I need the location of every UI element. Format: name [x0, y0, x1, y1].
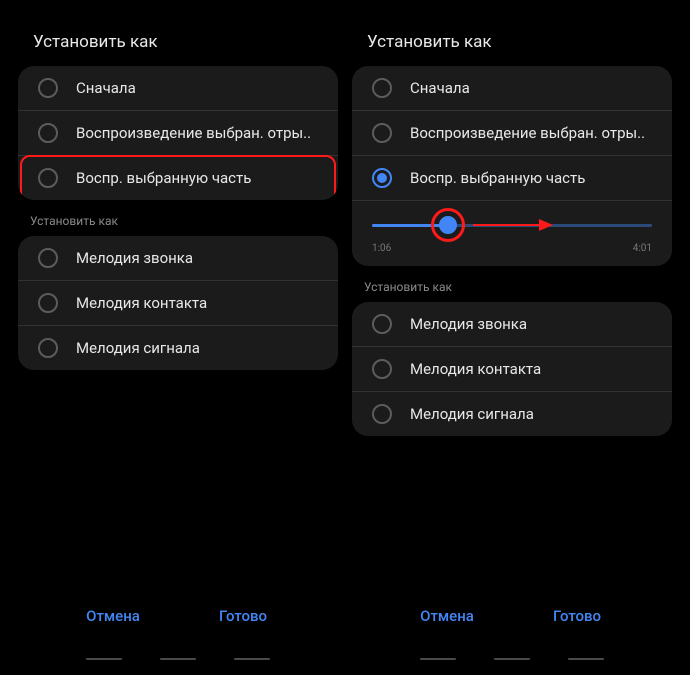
target-alarm[interactable]: Мелодия сигнала	[352, 392, 672, 436]
target-label: Мелодия контакта	[76, 294, 207, 312]
time-end: 4:01	[633, 243, 652, 254]
option-from-start[interactable]: Сначала	[18, 66, 338, 111]
radio-icon	[38, 168, 58, 188]
time-start: 1:06	[372, 243, 391, 254]
slider-thumb[interactable]	[439, 216, 457, 234]
target-label: Мелодия контакта	[410, 360, 541, 378]
option-play-selected-excerpt[interactable]: Воспроизведение выбран. отры..	[352, 111, 672, 156]
nav-back-icon[interactable]	[234, 658, 270, 660]
radio-icon	[38, 78, 58, 98]
target-label: Мелодия звонка	[76, 249, 193, 267]
option-play-selected-part[interactable]: Воспр. выбранную часть	[352, 156, 672, 200]
done-button[interactable]: Готово	[512, 597, 642, 635]
nav-bar	[18, 658, 338, 660]
nav-recent-icon[interactable]	[420, 658, 456, 660]
footer-buttons: Отмена Готово	[18, 597, 338, 635]
option-label: Сначала	[76, 79, 136, 97]
target-label: Мелодия сигнала	[76, 339, 200, 357]
panel-right: Установить как Сначала Воспроизведение в…	[352, 10, 672, 665]
target-ringtone[interactable]: Мелодия звонка	[18, 236, 338, 281]
option-play-selected-excerpt[interactable]: Воспроизведение выбран. отры..	[18, 111, 338, 156]
audio-range-slider[interactable]: 1:06 4:01	[352, 200, 672, 266]
nav-back-icon[interactable]	[568, 658, 604, 660]
option-label: Воспроизведение выбран. отры..	[410, 124, 645, 142]
radio-icon	[372, 314, 392, 334]
option-label: Воспр. выбранную часть	[76, 169, 251, 187]
radio-icon	[372, 359, 392, 379]
target-label: Мелодия сигнала	[410, 405, 534, 423]
set-as-subtitle: Установить как	[18, 200, 338, 236]
target-label: Мелодия звонка	[410, 315, 527, 333]
target-contact[interactable]: Мелодия контакта	[352, 347, 672, 392]
nav-home-icon[interactable]	[160, 658, 196, 660]
cancel-button[interactable]: Отмена	[382, 597, 512, 635]
radio-icon	[38, 293, 58, 313]
radio-icon	[38, 248, 58, 268]
option-label: Воспр. выбранную часть	[410, 169, 585, 187]
option-from-start[interactable]: Сначала	[352, 66, 672, 111]
nav-home-icon[interactable]	[494, 658, 530, 660]
target-options-card: Мелодия звонка Мелодия контакта Мелодия …	[352, 302, 672, 436]
nav-recent-icon[interactable]	[86, 658, 122, 660]
option-play-selected-part[interactable]: Воспр. выбранную часть	[18, 156, 338, 200]
option-label: Воспроизведение выбран. отры..	[76, 124, 311, 142]
radio-icon	[38, 123, 58, 143]
target-options-card: Мелодия звонка Мелодия контакта Мелодия …	[18, 236, 338, 370]
target-contact[interactable]: Мелодия контакта	[18, 281, 338, 326]
radio-icon	[372, 168, 392, 188]
radio-icon	[372, 78, 392, 98]
playback-options-card: Сначала Воспроизведение выбран. отры.. В…	[18, 66, 338, 200]
set-as-title: Установить как	[352, 10, 672, 66]
target-alarm[interactable]: Мелодия сигнала	[18, 326, 338, 370]
radio-icon	[38, 338, 58, 358]
nav-bar	[352, 658, 672, 660]
time-labels: 1:06 4:01	[372, 243, 652, 254]
set-as-subtitle: Установить как	[352, 266, 672, 302]
set-as-title: Установить как	[18, 10, 338, 66]
slider-fill	[448, 224, 652, 227]
footer-buttons: Отмена Готово	[352, 597, 672, 635]
slider-fill-active	[372, 224, 448, 227]
radio-icon	[372, 404, 392, 424]
panel-left: Установить как Сначала Воспроизведение в…	[18, 10, 338, 665]
radio-icon	[372, 123, 392, 143]
target-ringtone[interactable]: Мелодия звонка	[352, 302, 672, 347]
cancel-button[interactable]: Отмена	[48, 597, 178, 635]
option-label: Сначала	[410, 79, 470, 97]
done-button[interactable]: Готово	[178, 597, 308, 635]
playback-options-card: Сначала Воспроизведение выбран. отры.. В…	[352, 66, 672, 266]
